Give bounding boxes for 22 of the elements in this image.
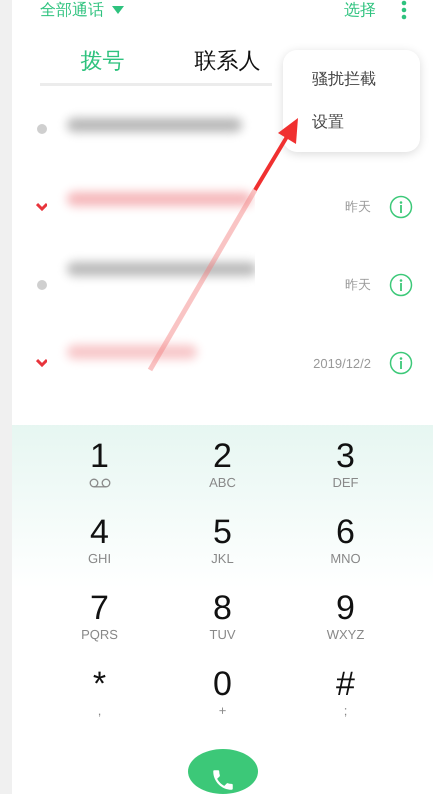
dial-key[interactable]: 8 TUV [161,589,284,665]
dial-key[interactable]: # ; [284,665,407,741]
dial-key[interactable]: 7 PQRS [38,589,161,665]
dial-key[interactable]: * , [38,665,161,741]
info-icon[interactable] [389,195,413,219]
dial-key[interactable]: 0 + [161,665,284,741]
call-time: 昨天 [345,276,371,294]
more-icon[interactable] [401,0,407,20]
dropdown-triangle-icon [112,6,124,14]
info-icon[interactable] [389,351,413,375]
dial-key[interactable]: 4 GHI [38,513,161,589]
dial-key[interactable]: 1 [38,437,161,513]
dial-key[interactable]: 5 JKL [161,513,284,589]
dial-key[interactable]: 6 MNO [284,513,407,589]
dial-key[interactable]: 2 ABC [161,437,284,513]
call-time: 昨天 [345,198,371,216]
dial-key[interactable]: 3 DEF [284,437,407,513]
dial-key[interactable]: 9 WXYZ [284,589,407,665]
info-icon[interactable] [389,273,413,297]
menu-item[interactable]: 设置 [283,101,420,144]
voicemail-icon [88,478,110,488]
call-time: 2019/12/2 [313,356,371,370]
